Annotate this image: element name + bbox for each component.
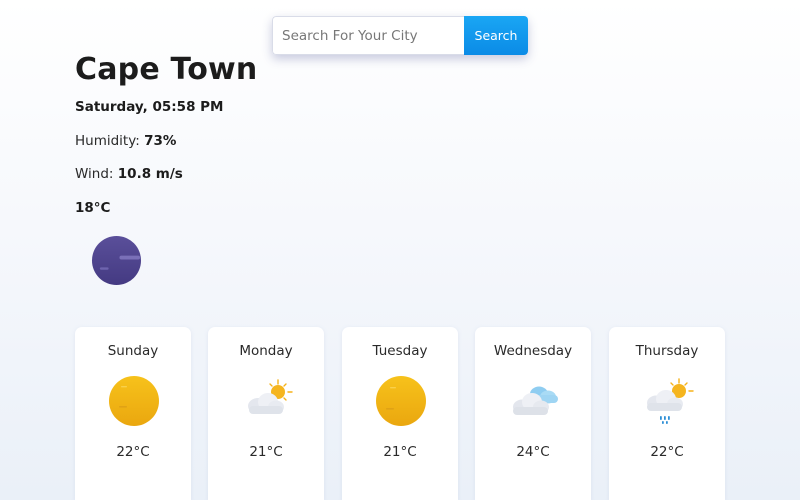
wind-label: Wind: xyxy=(75,166,114,182)
forecast-day: Monday xyxy=(239,343,293,359)
night-moon-icon xyxy=(91,235,142,286)
sun-icon xyxy=(109,376,159,426)
cloudy-icon xyxy=(513,386,558,415)
sun-icon xyxy=(376,376,426,426)
forecast-card-wednesday: Wednesday 24°C xyxy=(475,327,591,500)
forecast-card-sunday: Sunday 22°C xyxy=(75,327,191,500)
city-name: Cape Town xyxy=(75,52,258,87)
rain-icon xyxy=(647,378,694,424)
forecast-temperature: 22°C xyxy=(116,444,150,460)
forecast-temperature: 21°C xyxy=(249,444,283,460)
forecast-day: Wednesday xyxy=(493,343,573,359)
wind-line: Wind: 10.8 m/s xyxy=(75,166,183,182)
wind-value: 10.8 m/s xyxy=(117,166,183,182)
humidity-value: 73% xyxy=(144,133,177,149)
forecast-list: Sunday 22°C Monday 21°C Tuesday 21°C Wed… xyxy=(75,327,725,500)
search-bar: Search xyxy=(272,16,528,55)
date-time: Saturday, 05:58 PM xyxy=(75,99,224,115)
forecast-temperature: 22°C xyxy=(650,444,684,460)
search-button[interactable]: Search xyxy=(464,16,528,55)
forecast-day: Tuesday xyxy=(372,343,428,359)
forecast-temperature: 21°C xyxy=(383,444,417,460)
forecast-day: Sunday xyxy=(107,343,159,359)
forecast-card-monday: Monday 21°C xyxy=(208,327,324,500)
search-input[interactable] xyxy=(272,16,464,55)
partly-cloudy-icon xyxy=(248,379,293,414)
forecast-day: Thursday xyxy=(635,343,699,359)
forecast-card-tuesday: Tuesday 21°C xyxy=(342,327,458,500)
forecast-temperature: 24°C xyxy=(516,444,550,460)
humidity-label: Humidity: xyxy=(75,133,140,149)
forecast-card-thursday: Thursday 22°C xyxy=(609,327,725,500)
humidity-line: Humidity: 73% xyxy=(75,133,176,149)
current-temperature: 18°C xyxy=(75,200,111,216)
